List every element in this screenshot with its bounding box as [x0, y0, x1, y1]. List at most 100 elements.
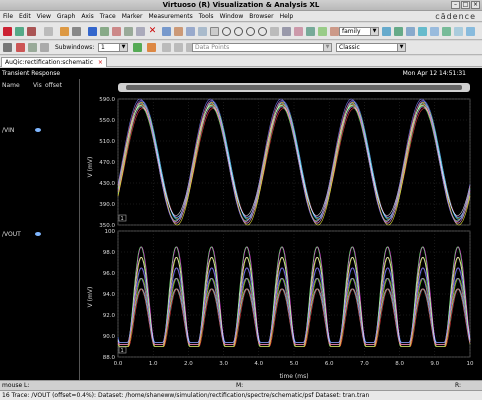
zoom-in-icon[interactable] — [222, 27, 231, 36]
strip-badge-top-text: 1 — [121, 216, 124, 222]
trace-icon[interactable] — [16, 43, 25, 52]
cascade-icon[interactable] — [430, 27, 439, 36]
zoom-out-icon[interactable] — [234, 27, 243, 36]
cut-icon[interactable] — [100, 27, 109, 36]
label-icon[interactable] — [174, 27, 183, 36]
maximize-button[interactable]: □ — [461, 1, 470, 9]
y-tick-label: 100 — [105, 229, 116, 235]
close-tab-icon[interactable]: × — [98, 59, 103, 66]
menu-marker[interactable]: Marker — [119, 11, 146, 20]
zoom-x-icon[interactable] — [246, 27, 255, 36]
col-vis-header: Vis — [33, 82, 42, 89]
menu-bar: File Edit View Graph Axis Trace Marker Measurem… — [0, 11, 482, 22]
new-window-icon[interactable] — [3, 27, 12, 36]
y-tick-label: 390.0 — [99, 202, 115, 208]
x-tick-label: 6.0 — [325, 361, 334, 367]
overlay-icon[interactable] — [442, 27, 451, 36]
strip-icon[interactable] — [162, 27, 171, 36]
status-bar-info: 16 Trace: /VOUT (offset=0.4%): Dataset: … — [0, 390, 482, 400]
signal-panel: Name Vis offset /VIN /VOUT — [0, 79, 80, 380]
x-tick-label: 0.0 — [114, 361, 123, 367]
graph-timestamp: Mon Apr 12 14:51:31 — [402, 70, 466, 77]
fit-icon[interactable] — [294, 27, 303, 36]
menu-axis[interactable]: Axis — [78, 11, 96, 20]
theme-select[interactable]: Classic ▼ — [336, 43, 406, 52]
strip-badge-bottom-text: 1 — [121, 348, 124, 354]
stack-icon[interactable] — [418, 27, 427, 36]
status-bar-mouse: mouse L: M: R: — [0, 380, 482, 390]
y-axis-label-top: V (mV) — [87, 157, 94, 178]
close-button[interactable]: × — [471, 1, 480, 9]
chevron-down-icon: ▼ — [323, 44, 331, 51]
menu-trace[interactable]: Trace — [97, 11, 119, 20]
layout-icon[interactable] — [382, 27, 391, 36]
x-tick-label: 10 — [467, 361, 474, 367]
minimize-button[interactable]: – — [451, 1, 460, 9]
menu-help[interactable]: Help — [277, 11, 297, 20]
axis-icon[interactable] — [28, 43, 37, 52]
scrollbar-thumb[interactable] — [126, 85, 462, 90]
pan-icon[interactable] — [270, 27, 279, 36]
help-icon[interactable] — [466, 27, 475, 36]
split-icon[interactable] — [394, 27, 403, 36]
menu-graph[interactable]: Graph — [54, 11, 78, 20]
data-points-field[interactable]: Data Points ▼ — [192, 43, 332, 52]
legend-icon[interactable] — [318, 27, 327, 36]
plot-icon[interactable] — [162, 43, 171, 52]
x-tick-label: 2.0 — [184, 361, 193, 367]
chevron-down-icon: ▼ — [370, 28, 378, 35]
zoom-fit-icon[interactable] — [210, 27, 219, 36]
mouse-mid-label: M: — [236, 382, 244, 389]
grid-icon[interactable] — [306, 27, 315, 36]
x-tick-label: 4.0 — [254, 361, 263, 367]
vin-trace — [117, 103, 471, 224]
family-select[interactable]: family ▼ — [339, 27, 379, 36]
menu-measurements[interactable]: Measurements — [145, 11, 195, 20]
y-axis-label-bottom: V (mV) — [87, 287, 94, 308]
paste-icon[interactable] — [124, 27, 133, 36]
redo-icon[interactable] — [72, 27, 81, 36]
chart-type-icon[interactable] — [282, 27, 291, 36]
chevron-down-icon: ▼ — [119, 44, 127, 51]
tab-schematic[interactable]: AuQic:rectification:schematic × — [1, 57, 107, 67]
duplicate-icon[interactable] — [136, 27, 145, 36]
hmarker-icon[interactable] — [198, 27, 207, 36]
plot-area[interactable]: 0.0 1.0 2.0 3.0 4.0 5.0 6.0 7.0 8.0 9.0 10 590.0 550… — [80, 79, 482, 380]
waveform-plot[interactable]: 0.0 1.0 2.0 3.0 4.0 5.0 6.0 7.0 8.0 9.0 10 590.0 550… — [80, 79, 482, 380]
save-icon[interactable] — [27, 27, 36, 36]
print-icon[interactable] — [44, 27, 53, 36]
signal-vout[interactable]: /VOUT — [2, 231, 21, 238]
menu-file[interactable]: File — [0, 11, 16, 20]
prev-icon[interactable] — [133, 43, 142, 52]
delete-icon[interactable]: ✕ — [148, 27, 157, 36]
signal-vin[interactable]: /VIN — [2, 127, 14, 134]
open-icon[interactable] — [15, 27, 24, 36]
cadence-logo: cādence — [435, 12, 476, 21]
subwin-icon[interactable] — [40, 43, 49, 52]
subwindows-label: Subwindows: — [55, 44, 95, 51]
vin-trace — [117, 108, 471, 220]
copy-icon[interactable] — [112, 27, 121, 36]
undo-icon[interactable] — [60, 27, 69, 36]
subwindows-select[interactable]: 1 ▼ — [98, 43, 128, 52]
menu-browser[interactable]: Browser — [246, 11, 276, 20]
zoom-y-icon[interactable] — [258, 27, 267, 36]
refresh-icon[interactable] — [454, 27, 463, 36]
add-subwindow-icon[interactable] — [88, 27, 97, 36]
menu-edit[interactable]: Edit — [16, 11, 34, 20]
stop-icon[interactable] — [147, 43, 156, 52]
status-message: 16 Trace: /VOUT (offset=0.4%): Dataset: … — [2, 392, 370, 399]
eye-icon[interactable] — [35, 128, 41, 132]
calculator-icon[interactable] — [330, 27, 339, 36]
tile-icon[interactable] — [406, 27, 415, 36]
pointer-icon[interactable] — [3, 43, 12, 52]
menu-window[interactable]: Window — [217, 11, 247, 20]
x-tick-label: 5.0 — [290, 361, 299, 367]
eye-icon[interactable] — [35, 232, 41, 236]
menu-view[interactable]: View — [34, 11, 54, 20]
window-title: Virtuoso (R) Visualization & Analysis XL — [162, 1, 320, 9]
marker-icon[interactable] — [186, 27, 195, 36]
export-icon[interactable] — [174, 43, 183, 52]
menu-tools[interactable]: Tools — [196, 11, 217, 20]
y-tick-label: 88.0 — [103, 355, 116, 361]
